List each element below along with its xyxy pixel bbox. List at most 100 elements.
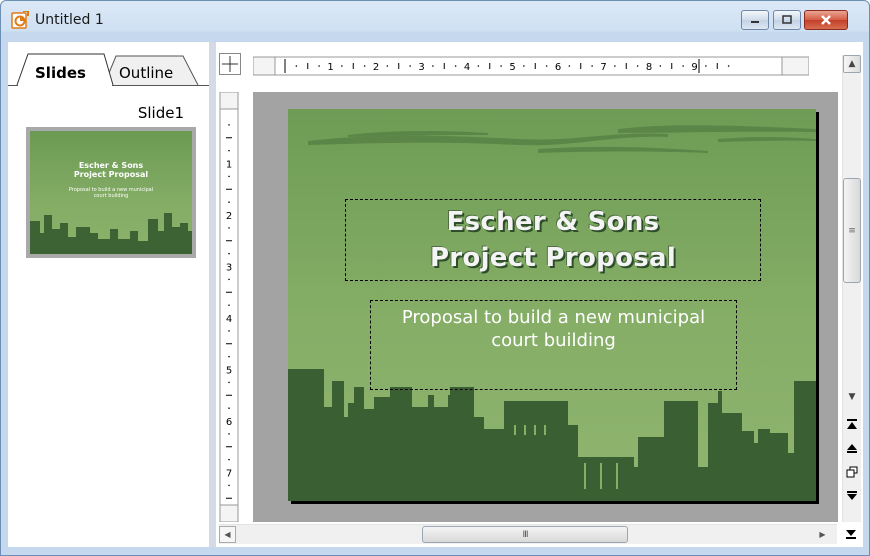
vertical-scroll-thumb[interactable]: ≡ [843,178,861,283]
slide-subtitle-line2: court building [491,330,616,351]
ruler-tick [341,65,343,67]
thumbnail-subtitle: Proposal to build a new municipal court … [30,187,192,199]
close-icon [821,15,831,25]
ruler-label: 7 [226,469,232,480]
minimize-button[interactable] [741,10,769,30]
ruler-tick [409,65,411,67]
ruler-tick [386,65,389,67]
maximize-button[interactable] [773,10,801,30]
ruler-tick [295,65,298,67]
slide-title-line1: Escher & Sons [446,207,660,237]
thumbnail-title: Escher & Sons Project Proposal [30,161,192,179]
ruler-label: 2 [226,211,232,222]
thumbnail-title-line2: Project Proposal [73,170,149,179]
thumbnail-title-line1: Escher & Sons [78,161,144,170]
slide-caption: Slide1 [137,104,184,122]
slide[interactable]: Escher & Sons Project Proposal Proposal … [288,109,816,501]
ruler-tick [228,407,230,409]
application-window: Untitled 1 Slides Outline Slide1 Escher … [0,0,870,556]
horizontal-scrollbar[interactable]: ◀ III ▶ [219,524,837,544]
ruler-label: 2 [373,62,379,73]
next-slide-icon[interactable] [844,487,860,505]
ruler-label: 3 [418,62,424,73]
ruler-label: 6 [226,417,232,428]
ruler-tick [318,65,320,67]
slide-title: Escher & Sons Project Proposal [346,204,760,276]
ruler-label: 6 [555,62,561,73]
first-slide-icon[interactable] [844,415,860,433]
ruler-tick [228,124,230,126]
ruler-tick [432,65,434,67]
window-title: Untitled 1 [35,12,104,28]
ruler-tick [477,65,480,67]
scroll-up-icon[interactable]: ▲ [843,55,861,73]
scroll-right-icon[interactable]: ▶ [814,526,831,543]
ruler-tick [568,65,571,67]
ruler-tick [682,65,684,67]
ruler-tick [523,65,525,67]
horizontal-ruler[interactable]: 1 2 3 4 5 6 7 8 9 [253,55,809,76]
ruler-tick [591,65,593,67]
ruler-tick [228,201,230,203]
title-placeholder[interactable]: Escher & Sons Project Proposal [345,199,761,281]
ruler-tick [545,65,548,67]
scroll-down-icon[interactable]: ▼ [843,388,861,406]
ruler-label: 1 [327,62,333,73]
slides-pane: Slides Outline Slide1 Escher & Sons Proj… [8,42,209,547]
thumbnail-subtitle-line2: court building [93,193,129,199]
ruler-tick [705,65,707,67]
ruler-tick [228,458,230,461]
slide-title-line2: Project Proposal [429,243,677,273]
ruler-tick [614,65,616,67]
ruler-tick [228,304,230,306]
ruler-label: 7 [600,62,606,73]
vertical-scrollbar[interactable]: ▲ ≡ ▼ [842,55,861,522]
ruler-tick [228,381,230,384]
title-bar[interactable]: Untitled 1 [1,1,869,39]
ruler-label: 4 [464,62,470,73]
ruler-tick [228,252,230,255]
close-button[interactable] [804,10,848,30]
ruler-tick [659,65,662,67]
vertical-ruler[interactable]: 1 2 3 4 5 6 7 [219,92,240,522]
ruler-tick [228,175,230,178]
navigator-icon[interactable] [844,463,860,481]
ruler-label: 5 [509,62,515,73]
ruler-tick [228,355,230,358]
slide-edit-area: 123456789 1234567 Escher & Sons Project … [216,42,863,547]
minimize-icon [751,21,759,23]
horizontal-scroll-thumb[interactable]: III [422,526,628,543]
ruler-label: 1 [226,160,232,171]
tab-slides[interactable]: Slides [35,64,86,82]
ruler-tick [500,65,502,67]
ruler-label: 4 [226,314,232,325]
slide-sky-clouds [308,125,816,153]
subtitle-placeholder[interactable]: Proposal to build a new municipal court … [370,300,737,390]
scroll-left-icon[interactable]: ◀ [219,526,236,543]
previous-slide-icon[interactable] [844,439,860,457]
pane-splitter[interactable] [209,42,216,547]
client-area: Slides Outline Slide1 Escher & Sons Proj… [8,42,863,547]
ruler-tick [228,278,230,281]
ruler-origin-icon[interactable] [219,53,241,75]
impress-app-icon [11,11,29,29]
slide-thumbnail[interactable]: Escher & Sons Project Proposal Proposal … [26,127,196,258]
ruler-tick [228,433,230,435]
ruler-label: 3 [226,263,232,274]
tab-outline[interactable]: Outline [119,64,173,82]
ruler-tick [454,65,457,67]
ruler-tick [228,227,230,229]
ruler-label: 8 [646,62,652,73]
slide-subtitle: Proposal to build a new municipal court … [371,306,736,352]
ruler-tick [228,484,230,487]
ruler-tick [363,65,366,67]
slide-subtitle-line1: Proposal to build a new municipal [401,307,706,328]
ruler-tick [228,330,230,332]
ruler-tick [228,149,230,152]
ruler-tick [727,65,730,67]
thumbnail-skyline [30,213,192,254]
slide-canvas[interactable]: Escher & Sons Project Proposal Proposal … [253,92,838,522]
ruler-label: 5 [226,366,232,377]
last-slide-icon[interactable] [842,524,860,543]
ruler-tick [636,65,639,67]
